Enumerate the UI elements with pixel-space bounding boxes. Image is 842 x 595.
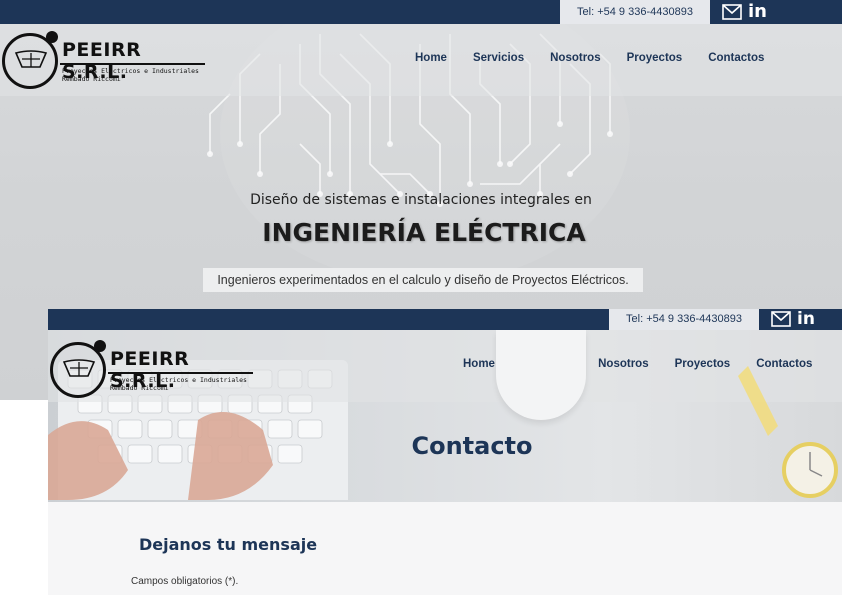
- envelope-icon[interactable]: [771, 311, 791, 327]
- hero-subtitle: Ingenieros experimentados en el calculo …: [203, 268, 643, 292]
- linkedin-icon[interactable]: in: [748, 1, 767, 23]
- top-contact-bar: Tel: +54 9 336-4430893 in: [0, 0, 842, 24]
- contact-banner: PEEIRR S.R.L. Proyectos Eléctricos e Ind…: [48, 330, 842, 502]
- hero-title: INGENIERÍA ELÉCTRICA: [262, 218, 586, 247]
- logo-tagline: Proyectos Eléctricos e Industriales: [62, 67, 199, 75]
- company-logo-2[interactable]: PEEIRR S.R.L. Proyectos Eléctricos e Ind…: [48, 336, 258, 400]
- top-contact-bar-2: Tel: +54 9 336-4430893 in: [48, 309, 842, 330]
- company-logo[interactable]: PEEIRR S.R.L. Proyectos Eléctricos e Ind…: [0, 27, 210, 91]
- logo-dot: [94, 340, 106, 352]
- nav-servicios[interactable]: Servicios: [460, 52, 537, 64]
- required-fields-note: Campos obligatorios (*).: [131, 576, 239, 587]
- linkedin-icon[interactable]: in: [797, 309, 815, 329]
- nav-proyectos[interactable]: Proyectos: [662, 358, 744, 370]
- contact-page: Tel: +54 9 336-4430893 in PEEIRR S.R.L. …: [48, 309, 842, 595]
- nav-contactos[interactable]: Contactos: [695, 52, 777, 64]
- nav-home[interactable]: Home: [402, 52, 460, 64]
- hero-intro-text: Diseño de sistemas e instalaciones integ…: [250, 192, 592, 208]
- form-title: Dejanos tu mensaje: [139, 535, 318, 554]
- logo-tagline: Proyectos Eléctricos e Industriales: [110, 376, 247, 384]
- header-nav-band-2: PEEIRR S.R.L. Proyectos Eléctricos e Ind…: [48, 330, 842, 402]
- logo-owner: Rembado Riccomi': [62, 75, 125, 83]
- mouse-image: [496, 330, 586, 420]
- phone-number-2[interactable]: Tel: +54 9 336-4430893: [609, 309, 759, 330]
- nav-nosotros[interactable]: Nosotros: [585, 358, 661, 370]
- phone-number[interactable]: Tel: +54 9 336-4430893: [560, 0, 710, 24]
- main-nav: Home Servicios Nosotros Proyectos Contac…: [402, 52, 777, 64]
- logo-emblem-icon: [14, 50, 48, 68]
- logo-emblem-icon: [62, 359, 96, 377]
- nav-nosotros[interactable]: Nosotros: [537, 52, 613, 64]
- envelope-icon[interactable]: [722, 4, 742, 20]
- logo-owner: Rembado Riccomi': [110, 384, 173, 392]
- logo-underline: [108, 372, 253, 374]
- logo-dot: [46, 31, 58, 43]
- contact-title: Contacto: [411, 432, 533, 460]
- logo-underline: [60, 63, 205, 65]
- nav-proyectos[interactable]: Proyectos: [614, 52, 696, 64]
- header-nav-band: PEEIRR S.R.L. Proyectos Eléctricos e Ind…: [0, 24, 842, 96]
